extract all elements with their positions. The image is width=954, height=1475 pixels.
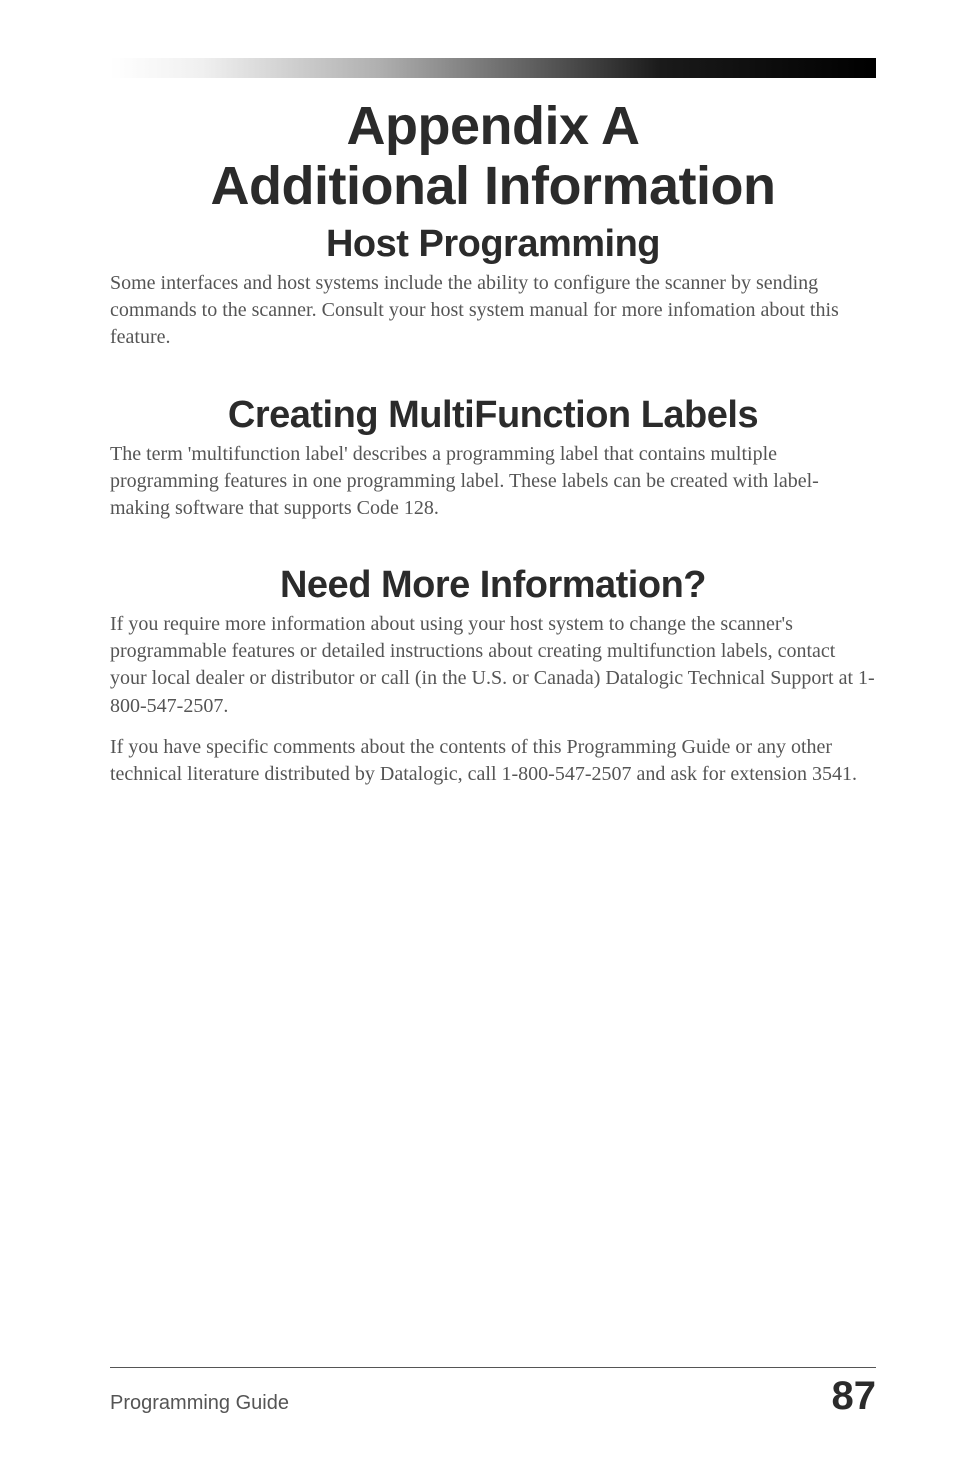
paragraph-host-programming: Some interfaces and host systems include… (110, 270, 876, 352)
paragraph-need-more-2: If you have specific comments about the … (110, 734, 876, 788)
title-line1: Appendix A (346, 96, 639, 156)
footer-rule (110, 1367, 876, 1368)
paragraph-multifunction: The term 'multifunction label' describes… (110, 441, 876, 523)
footer-page-number: 87 (832, 1374, 877, 1419)
heading-multifunction: Creating MultiFunction Labels (110, 394, 876, 437)
page-footer: Programming Guide 87 (110, 1367, 876, 1419)
header-gradient-bar (110, 58, 876, 78)
heading-need-more: Need More Information? (110, 564, 876, 607)
title-line2: Additional Information (211, 156, 776, 216)
footer-row: Programming Guide 87 (110, 1374, 876, 1419)
footer-guide-label: Programming Guide (110, 1392, 289, 1415)
heading-host-programming: Host Programming (110, 223, 876, 266)
page-content: Appendix A Additional Information Host P… (0, 0, 954, 788)
appendix-title: Appendix A Additional Information (110, 96, 876, 217)
paragraph-need-more-1: If you require more information about us… (110, 611, 876, 720)
